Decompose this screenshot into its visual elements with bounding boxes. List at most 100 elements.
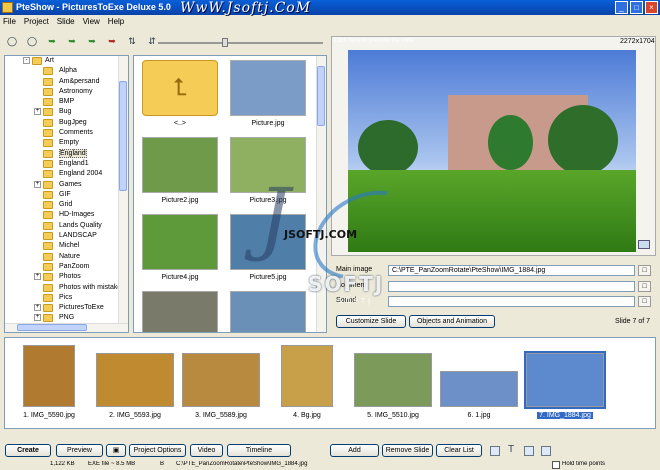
fullscreen-icon[interactable]	[638, 240, 650, 249]
maximize-button[interactable]: □	[630, 1, 643, 14]
menu-project[interactable]: Project	[24, 15, 49, 28]
clear-list-button[interactable]: Clear List	[436, 444, 482, 457]
browse-sound-icon[interactable]: □	[638, 296, 651, 307]
comment-edit-icon[interactable]: □	[638, 281, 651, 292]
video-button[interactable]: Video	[190, 444, 223, 457]
tree-item[interactable]: PanZoom	[5, 262, 128, 272]
folder-icon	[43, 201, 53, 210]
tree-item[interactable]: BMP	[5, 97, 128, 107]
file-name: Picture.jpg	[251, 120, 285, 127]
tree-item[interactable]: + Bug	[5, 107, 128, 117]
slide-item[interactable]: 7. IMG_1884.jpg	[523, 345, 607, 419]
glasses-icon[interactable]: ◯	[24, 34, 40, 48]
timeline-button[interactable]: Timeline	[227, 444, 291, 457]
slide-item[interactable]: 2. IMG_5593.jpg	[93, 345, 177, 419]
add-button[interactable]: Add	[330, 444, 379, 457]
preview-button[interactable]: Preview	[56, 444, 103, 457]
tree-horizontal-scrollbar[interactable]	[5, 323, 128, 332]
hold-timepoints-checkbox[interactable]	[552, 461, 560, 469]
scroll-thumb[interactable]	[119, 81, 127, 191]
file-thumbnail[interactable]	[140, 291, 220, 332]
remove-slide-button[interactable]: Remove Slide	[382, 444, 433, 457]
tree-item[interactable]: Am&persand	[5, 77, 128, 87]
green-arrow-icon[interactable]: ➥	[64, 34, 80, 48]
image-icon[interactable]	[524, 446, 534, 456]
red-arrow-icon[interactable]: ➥	[104, 34, 120, 48]
slider-handle[interactable]	[222, 38, 228, 47]
slide-item[interactable]: 5. IMG_5510.jpg	[351, 345, 435, 419]
menu-file[interactable]: File	[3, 15, 16, 28]
slide-item[interactable]: 4. Bg.jpg	[265, 345, 349, 419]
scroll-thumb[interactable]	[317, 66, 325, 126]
folder-icon	[43, 190, 53, 199]
tree-item[interactable]: England	[5, 148, 128, 159]
parent-folder-item[interactable]: ⮤ <..>	[140, 60, 220, 127]
file-thumbnail[interactable]: Picture2.jpg	[140, 137, 220, 204]
slide-thumbnail	[182, 353, 260, 407]
file-thumbnail-pane[interactable]: ⮤ <..> Picture.jpg Picture2.jpg Picture3.jpg…	[133, 55, 327, 333]
sort-icon[interactable]: ⇅	[124, 34, 140, 48]
tree-item[interactable]: + Photos	[5, 272, 128, 282]
tree-item-root[interactable]: - Art	[5, 56, 128, 66]
tree-item[interactable]: LANDSCAP	[5, 231, 128, 241]
minimize-button[interactable]: _	[615, 1, 628, 14]
tree-item[interactable]: HD-Images	[5, 210, 128, 220]
tree-item[interactable]: Grid	[5, 200, 128, 210]
thumbnail-image	[230, 291, 306, 332]
menu-slide[interactable]: Slide	[57, 15, 75, 28]
move-icon[interactable]	[490, 446, 500, 456]
create-button[interactable]: Create	[5, 444, 51, 457]
expand-icon[interactable]: +	[34, 108, 41, 116]
expand-icon[interactable]: +	[34, 273, 41, 281]
tree-item[interactable]: Comments	[5, 128, 128, 138]
slide-item[interactable]: 3. IMG_5589.jpg	[179, 345, 263, 419]
tree-item[interactable]: Astronomy	[5, 87, 128, 97]
tree-item[interactable]: Empty	[5, 138, 128, 148]
tree-item[interactable]: Lands Quality	[5, 221, 128, 231]
browse-folder-icon[interactable]: □	[638, 265, 651, 276]
folder-tree[interactable]: - Art Alpha Am&persand Astronomy BMP + Bug Bug…	[4, 55, 129, 333]
file-thumbnail[interactable]: Picture4.jpg	[140, 214, 220, 281]
tree-item[interactable]: Photos with mistake	[5, 283, 128, 293]
file-thumbnail[interactable]	[228, 291, 308, 332]
customize-slide-button[interactable]: Customize Slide	[336, 315, 406, 328]
slide-item[interactable]: 6. 1.jpg	[437, 345, 521, 419]
objects-animation-button[interactable]: Objects and Animation	[409, 315, 495, 328]
text-icon[interactable]: T	[508, 444, 514, 455]
sound-field[interactable]	[388, 296, 635, 307]
project-options-button[interactable]: Project Options	[129, 444, 186, 457]
expand-icon[interactable]: +	[34, 180, 41, 188]
tree-item[interactable]: England 2004	[5, 169, 128, 179]
thumb-size-slider[interactable]	[158, 42, 323, 44]
comment-field[interactable]	[388, 281, 635, 292]
tree-item[interactable]: GIF	[5, 190, 128, 200]
sort-az-icon[interactable]: ⇵	[144, 34, 160, 48]
green-arrow-icon[interactable]: ➥	[84, 34, 100, 48]
collapse-icon[interactable]: -	[23, 57, 30, 64]
menu-help[interactable]: Help	[108, 15, 124, 28]
tree-vertical-scrollbar[interactable]	[118, 56, 128, 332]
slide-list[interactable]: 1. IMG_5590.jpg 2. IMG_5593.jpg 3. IMG_558…	[4, 337, 656, 429]
file-thumbnail[interactable]: Picture.jpg	[228, 60, 308, 127]
tree-item[interactable]: + Games	[5, 180, 128, 190]
tree-item[interactable]: Alpha	[5, 66, 128, 76]
fullscreen-preview-button[interactable]: ▣	[106, 444, 126, 457]
tree-item[interactable]: Pics	[5, 293, 128, 303]
slide-settings-icon[interactable]	[541, 446, 551, 456]
green-arrow-icon[interactable]: ➥	[44, 34, 60, 48]
tree-item[interactable]: BugJpeg	[5, 118, 128, 128]
main-image-field[interactable]: C:\PTE_PanZoomRotate\PteShow\IMG_1884.jp…	[388, 265, 635, 276]
tree-item[interactable]: + PicturesToExe	[5, 303, 128, 313]
menu-view[interactable]: View	[83, 15, 100, 28]
close-button[interactable]: ×	[645, 1, 658, 14]
glasses-icon[interactable]: ◯	[4, 34, 20, 48]
tree-item[interactable]: Michel	[5, 241, 128, 251]
tree-item[interactable]: England1	[5, 159, 128, 169]
slide-item[interactable]: 1. IMG_5590.jpg	[7, 345, 91, 419]
folder-icon	[43, 159, 53, 168]
tree-item[interactable]: Nature	[5, 252, 128, 262]
expand-icon[interactable]: +	[34, 304, 41, 312]
expand-icon[interactable]: +	[34, 314, 41, 322]
scroll-thumb[interactable]	[17, 324, 87, 331]
hold-timepoints-label: Hold time points	[562, 461, 606, 467]
